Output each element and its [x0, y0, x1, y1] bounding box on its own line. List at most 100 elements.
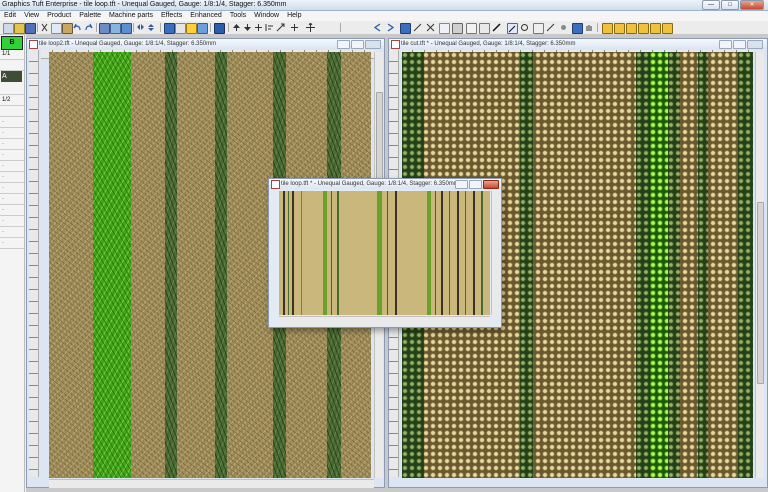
pencil-icon[interactable]	[507, 23, 518, 34]
open-icon[interactable]	[14, 23, 25, 34]
menu-palette[interactable]: Palette	[75, 11, 105, 21]
palette-row[interactable]: ·	[0, 172, 24, 183]
minimize-button[interactable]: —	[702, 0, 720, 10]
menu-product[interactable]: Product	[43, 11, 75, 21]
grid-toggle-icon[interactable]	[452, 23, 463, 34]
arrow-down-icon[interactable]	[243, 23, 252, 32]
arrow-up-icon[interactable]	[232, 23, 241, 32]
zoom-out-icon[interactable]	[121, 23, 132, 34]
yarn-icon-1[interactable]	[602, 23, 613, 34]
view-icon[interactable]	[197, 23, 208, 34]
menu-help[interactable]: Help	[283, 11, 305, 21]
yarn-icon-2[interactable]	[614, 23, 625, 34]
rect-icon[interactable]	[479, 23, 490, 34]
palette-row[interactable]: ·	[0, 117, 24, 128]
minimize-button[interactable]	[455, 180, 468, 189]
cut-icon[interactable]	[40, 23, 49, 32]
yarn-icon-6[interactable]	[662, 23, 673, 34]
minimize-button[interactable]	[719, 40, 732, 49]
rotate-icon[interactable]	[290, 23, 299, 32]
palette-row[interactable]	[0, 60, 24, 71]
circle-icon[interactable]	[520, 23, 529, 32]
move-icon[interactable]	[306, 23, 315, 32]
menu-edit[interactable]: Edit	[0, 11, 20, 21]
mirror-icon[interactable]	[147, 23, 156, 32]
yarn-icon-3[interactable]	[626, 23, 637, 34]
menu-machine-parts[interactable]: Machine parts	[105, 11, 157, 21]
maximize-button[interactable]	[733, 40, 746, 49]
back-icon[interactable]	[373, 23, 382, 32]
fill-icon[interactable]	[400, 23, 411, 34]
palette-row[interactable]: ·	[0, 205, 24, 216]
palette-row[interactable]: ·	[0, 183, 24, 194]
minimize-button[interactable]	[337, 40, 350, 49]
grid-icon[interactable]	[175, 23, 186, 34]
resize-icon[interactable]	[276, 23, 285, 32]
flip-icon[interactable]	[136, 23, 145, 32]
material-swatch[interactable]: A	[1, 71, 22, 82]
forward-icon[interactable]	[386, 23, 395, 32]
paste-icon[interactable]	[62, 23, 73, 34]
vertical-scrollbar[interactable]	[491, 191, 500, 315]
square-icon[interactable]	[533, 23, 544, 34]
horizontal-scrollbar[interactable]	[49, 479, 374, 488]
maximize-button[interactable]	[351, 40, 364, 49]
selected-color-swatch[interactable]: B	[1, 36, 23, 50]
eyedropper-icon[interactable]	[546, 23, 555, 32]
palette-row[interactable]	[0, 84, 24, 95]
hand-icon[interactable]	[585, 23, 594, 32]
palette-row[interactable]: ·	[0, 139, 24, 150]
frame-icon[interactable]	[439, 23, 450, 34]
print-icon[interactable]	[99, 23, 110, 34]
new-icon[interactable]	[3, 23, 14, 34]
cross-icon[interactable]	[426, 23, 435, 32]
split-icon[interactable]	[254, 23, 263, 32]
brush-icon[interactable]	[572, 23, 583, 34]
cut-window-title-bar[interactable]: tile cut.tft * - Unequal Gauged, Gauge: …	[389, 39, 767, 49]
palette-row[interactable]: ·	[0, 128, 24, 139]
palette-row[interactable]: ·	[0, 238, 24, 249]
line-icon[interactable]	[413, 23, 422, 32]
yarn-icon-4[interactable]	[638, 23, 649, 34]
close-button[interactable]: ✕	[740, 0, 764, 10]
preview-window[interactable]: tile loop.tft * - Unequal Gauged, Gauge:…	[268, 178, 502, 328]
preview-yarn-stripe	[337, 191, 339, 315]
preview-window-title-bar[interactable]: tile loop.tft * - Unequal Gauged, Gauge:…	[269, 179, 501, 189]
palette-row[interactable]: ·	[0, 161, 24, 172]
palette-row[interactable]: 1/2	[0, 95, 24, 106]
palette-row[interactable]: ·	[0, 227, 24, 238]
maximize-button[interactable]	[469, 180, 482, 189]
maximize-button[interactable]: □	[721, 0, 739, 10]
select-icon[interactable]	[164, 23, 175, 34]
palette-row[interactable]: ·	[0, 216, 24, 227]
loop-window-title-bar[interactable]: tile loop2.tft - Unequal Gauged, Gauge: …	[27, 39, 384, 49]
horizontal-scrollbar[interactable]	[279, 316, 490, 325]
diagonal-icon[interactable]	[492, 23, 501, 32]
palette-icon[interactable]	[186, 23, 197, 34]
close-button[interactable]	[483, 180, 499, 189]
align-icon[interactable]	[265, 23, 274, 32]
copy-icon[interactable]	[51, 23, 62, 34]
save-icon[interactable]	[25, 23, 36, 34]
gear-icon[interactable]	[559, 23, 568, 32]
yarn-icon-5[interactable]	[650, 23, 661, 34]
scroll-thumb[interactable]	[757, 202, 764, 384]
undo-icon[interactable]	[73, 23, 82, 32]
shape-icon[interactable]	[466, 23, 477, 34]
palette-row[interactable]: ·	[0, 150, 24, 161]
menu-enhanced[interactable]: Enhanced	[186, 11, 226, 21]
close-button[interactable]	[747, 40, 763, 49]
menu-effects[interactable]: Effects	[157, 11, 186, 21]
close-button[interactable]	[365, 40, 381, 49]
palette-row[interactable]: 1/1	[0, 49, 24, 60]
vertical-scrollbar[interactable]	[755, 52, 764, 478]
menu-view[interactable]: View	[20, 11, 43, 21]
menu-tools[interactable]: Tools	[226, 11, 250, 21]
palette-row[interactable]	[0, 106, 24, 117]
layer-icon[interactable]	[214, 23, 225, 34]
palette-row[interactable]: ·	[0, 194, 24, 205]
menu-window[interactable]: Window	[250, 11, 283, 21]
zoom-in-icon[interactable]	[110, 23, 121, 34]
redo-icon[interactable]	[84, 23, 93, 32]
preview-canvas[interactable]	[279, 191, 490, 315]
